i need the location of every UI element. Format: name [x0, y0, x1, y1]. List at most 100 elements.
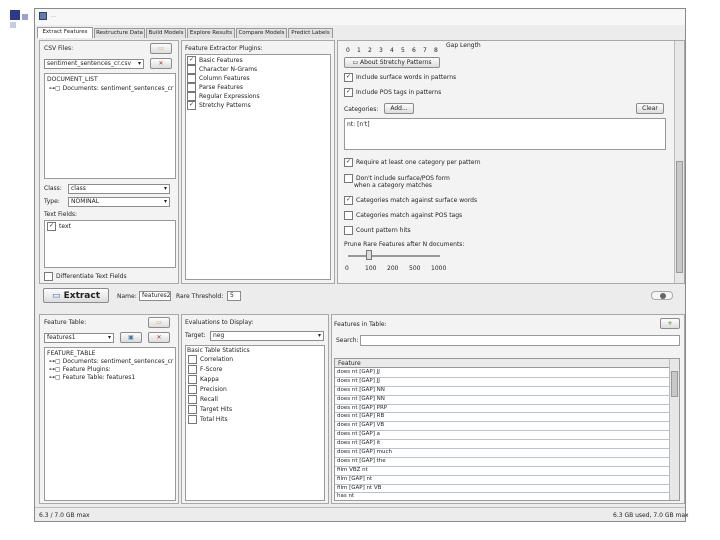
include-pos-tags-checkbox[interactable]: ✓ Include POS tags in patterns — [344, 88, 441, 97]
plugin-item[interactable]: ✓ Basic Features — [187, 56, 260, 65]
checkbox-icon[interactable] — [188, 415, 197, 424]
search-input[interactable] — [360, 335, 680, 346]
feature-row[interactable]: film VBZ nt — [335, 467, 669, 476]
evaluations-list[interactable]: Basic Table Statistics Correlation F-Scor… — [185, 345, 325, 501]
checkbox-icon[interactable] — [344, 174, 353, 183]
checkbox-icon[interactable] — [187, 65, 196, 74]
feature-name-input[interactable]: features2 — [139, 291, 171, 301]
feature-row[interactable]: does nt [GAP] PRP — [335, 405, 669, 414]
checkbox-icon[interactable] — [344, 226, 353, 235]
feature-row[interactable]: does nt [GAP] JJ — [335, 378, 669, 387]
checkbox-icon[interactable] — [188, 385, 197, 394]
feature-table-tree[interactable]: FEATURE_TABLE ⊶▢ Documents: sentiment_se… — [44, 347, 176, 501]
feature-table-combo[interactable]: features1 ▾ — [44, 333, 114, 343]
plugins-list[interactable]: ✓ Basic Features Character N-Grams Column F… — [185, 54, 331, 280]
checkbox-checked-icon[interactable]: ✓ — [47, 222, 56, 231]
feature-row[interactable]: does nt [GAP] the — [335, 458, 669, 467]
type-combo[interactable]: NOMINAL ▾ — [68, 197, 170, 207]
checkbox-icon[interactable] — [188, 395, 197, 404]
tab-compare-models[interactable]: Compare Models — [236, 28, 287, 38]
open-feature-table-button[interactable]: ▭ — [148, 317, 170, 328]
checkbox-checked-icon[interactable]: ✓ — [344, 158, 353, 167]
evaluation-item[interactable]: Recall — [188, 395, 218, 404]
feature-row[interactable]: film [GAP] nt — [335, 476, 669, 485]
evaluation-item[interactable]: Kappa — [188, 375, 219, 384]
target-combo[interactable]: neg ▾ — [210, 331, 324, 341]
categories-textarea[interactable]: nt: [n't] — [344, 118, 666, 150]
differentiate-text-fields-checkbox[interactable]: Differentiate Text Fields — [44, 272, 127, 281]
evaluation-item[interactable]: F-Score — [188, 365, 222, 374]
require-category-checkbox[interactable]: ✓ Require at least one category per patte… — [344, 158, 481, 167]
extract-button[interactable]: ▭ Extract — [43, 288, 109, 303]
tab-predict-labels[interactable]: Predict Labels — [288, 28, 333, 38]
count-pattern-hits-checkbox[interactable]: Count pattern hits — [344, 226, 411, 235]
features-scrollbar[interactable] — [669, 359, 679, 500]
feature-row[interactable]: does nt [GAP] it — [335, 440, 669, 450]
text-fields-list[interactable]: ✓ text — [44, 220, 176, 268]
checkbox-checked-icon[interactable]: ✓ — [344, 88, 353, 97]
feature-row[interactable]: does nt [GAP] NN — [335, 387, 669, 396]
remove-feature-table-button[interactable]: ✕ — [148, 332, 170, 343]
tab-extract-features[interactable]: Extract Features — [37, 27, 93, 38]
checkbox-icon[interactable] — [344, 211, 353, 220]
rare-threshold-input[interactable]: 5 — [227, 291, 241, 301]
checkbox-icon[interactable] — [187, 83, 196, 92]
evaluation-item[interactable]: Correlation — [188, 355, 233, 364]
tab-restructure-data[interactable]: Restructure Data — [94, 28, 145, 38]
feature-row[interactable]: does nt [GAP] NN — [335, 396, 669, 405]
evaluation-item[interactable]: Precision — [188, 385, 227, 394]
document-list-tree[interactable]: DOCUMENT_LIST ⊶▢ Documents: sentiment_se… — [44, 73, 176, 179]
add-category-button[interactable]: Add... — [384, 103, 414, 114]
prune-slider-track[interactable] — [348, 255, 440, 257]
feature-table-tree-item[interactable]: ⊶▢ Documents: sentiment_sentences_cr — [49, 358, 173, 365]
export-features-button[interactable]: + — [660, 318, 680, 329]
include-surface-words-checkbox[interactable]: ✓ Include surface words in patterns — [344, 73, 456, 82]
feature-row[interactable]: does nt [GAP] RB — [335, 413, 669, 423]
checkbox-icon[interactable] — [188, 375, 197, 384]
document-list-item[interactable]: ⊶▢ Documents: sentiment_sentences_cr — [49, 85, 173, 92]
about-stretchy-patterns-button[interactable]: ▭ About Stretchy Patterns — [344, 57, 440, 68]
tab-explore-results[interactable]: Explore Results — [187, 28, 235, 38]
feature-row[interactable]: film [GAP] nt VB — [335, 485, 669, 494]
checkbox-checked-icon[interactable]: ✓ — [187, 101, 196, 110]
feature-column-header[interactable]: Feature — [335, 359, 669, 368]
checkbox-icon[interactable] — [188, 355, 197, 364]
plugin-item[interactable]: Column Features — [187, 74, 260, 83]
feature-row[interactable]: does nt [GAP] VB — [335, 422, 669, 432]
save-feature-table-button[interactable]: ▣ — [120, 332, 142, 343]
checkbox-icon[interactable] — [187, 74, 196, 83]
plugin-item[interactable]: Character N-Grams — [187, 65, 260, 74]
checkbox-icon[interactable] — [44, 272, 53, 281]
match-pos-tags-checkbox[interactable]: Categories match against POS tags — [344, 211, 462, 220]
clear-categories-button[interactable]: Clear — [636, 103, 664, 114]
checkbox-icon[interactable] — [187, 92, 196, 101]
stretchy-scrollbar[interactable] — [674, 41, 684, 283]
checkbox-checked-icon[interactable]: ✓ — [344, 73, 353, 82]
checkbox-icon[interactable] — [188, 365, 197, 374]
open-csv-button[interactable]: ▭ — [150, 43, 172, 54]
feature-row[interactable]: does nt [GAP] a — [335, 431, 669, 441]
feature-row[interactable]: does nt [GAP] JJ — [335, 369, 669, 378]
match-surface-words-checkbox[interactable]: ✓ Categories match against surface words — [344, 196, 477, 205]
class-combo[interactable]: class ▾ — [68, 184, 170, 194]
feature-row[interactable]: does nt [GAP] much — [335, 449, 669, 458]
scrollbar-thumb[interactable] — [676, 161, 683, 273]
feature-row[interactable]: has nt — [335, 493, 669, 500]
feature-table-tree-item[interactable]: ⊶▢ Feature Plugins: — [49, 366, 111, 373]
tab-build-models[interactable]: Build Models — [146, 28, 186, 38]
csv-file-combo[interactable]: sentiment_sentences_cr.csv ▾ — [44, 59, 144, 69]
feature-table-tree-item[interactable]: ⊶▢ Feature Table: features1 — [49, 374, 135, 381]
plugin-item[interactable]: ✓ Stretchy Patterns — [187, 101, 260, 110]
prune-slider-thumb[interactable] — [366, 250, 373, 260]
scrollbar-thumb[interactable] — [671, 371, 678, 397]
plugin-item[interactable]: Regular Expressions — [187, 92, 260, 101]
checkbox-checked-icon[interactable]: ✓ — [344, 196, 353, 205]
checkbox-icon[interactable] — [188, 405, 197, 414]
plugin-item[interactable]: Parse Features — [187, 83, 260, 92]
evaluation-item[interactable]: Target Hits — [188, 405, 232, 414]
text-field-item[interactable]: ✓ text — [47, 222, 71, 231]
evaluation-item[interactable]: Total Hits — [188, 415, 228, 424]
checkbox-checked-icon[interactable]: ✓ — [187, 56, 196, 65]
remove-csv-button[interactable]: ✕ — [150, 58, 172, 69]
features-table[interactable]: Feature does nt [GAP] JJ does nt [GAP] JJ… — [334, 358, 680, 501]
